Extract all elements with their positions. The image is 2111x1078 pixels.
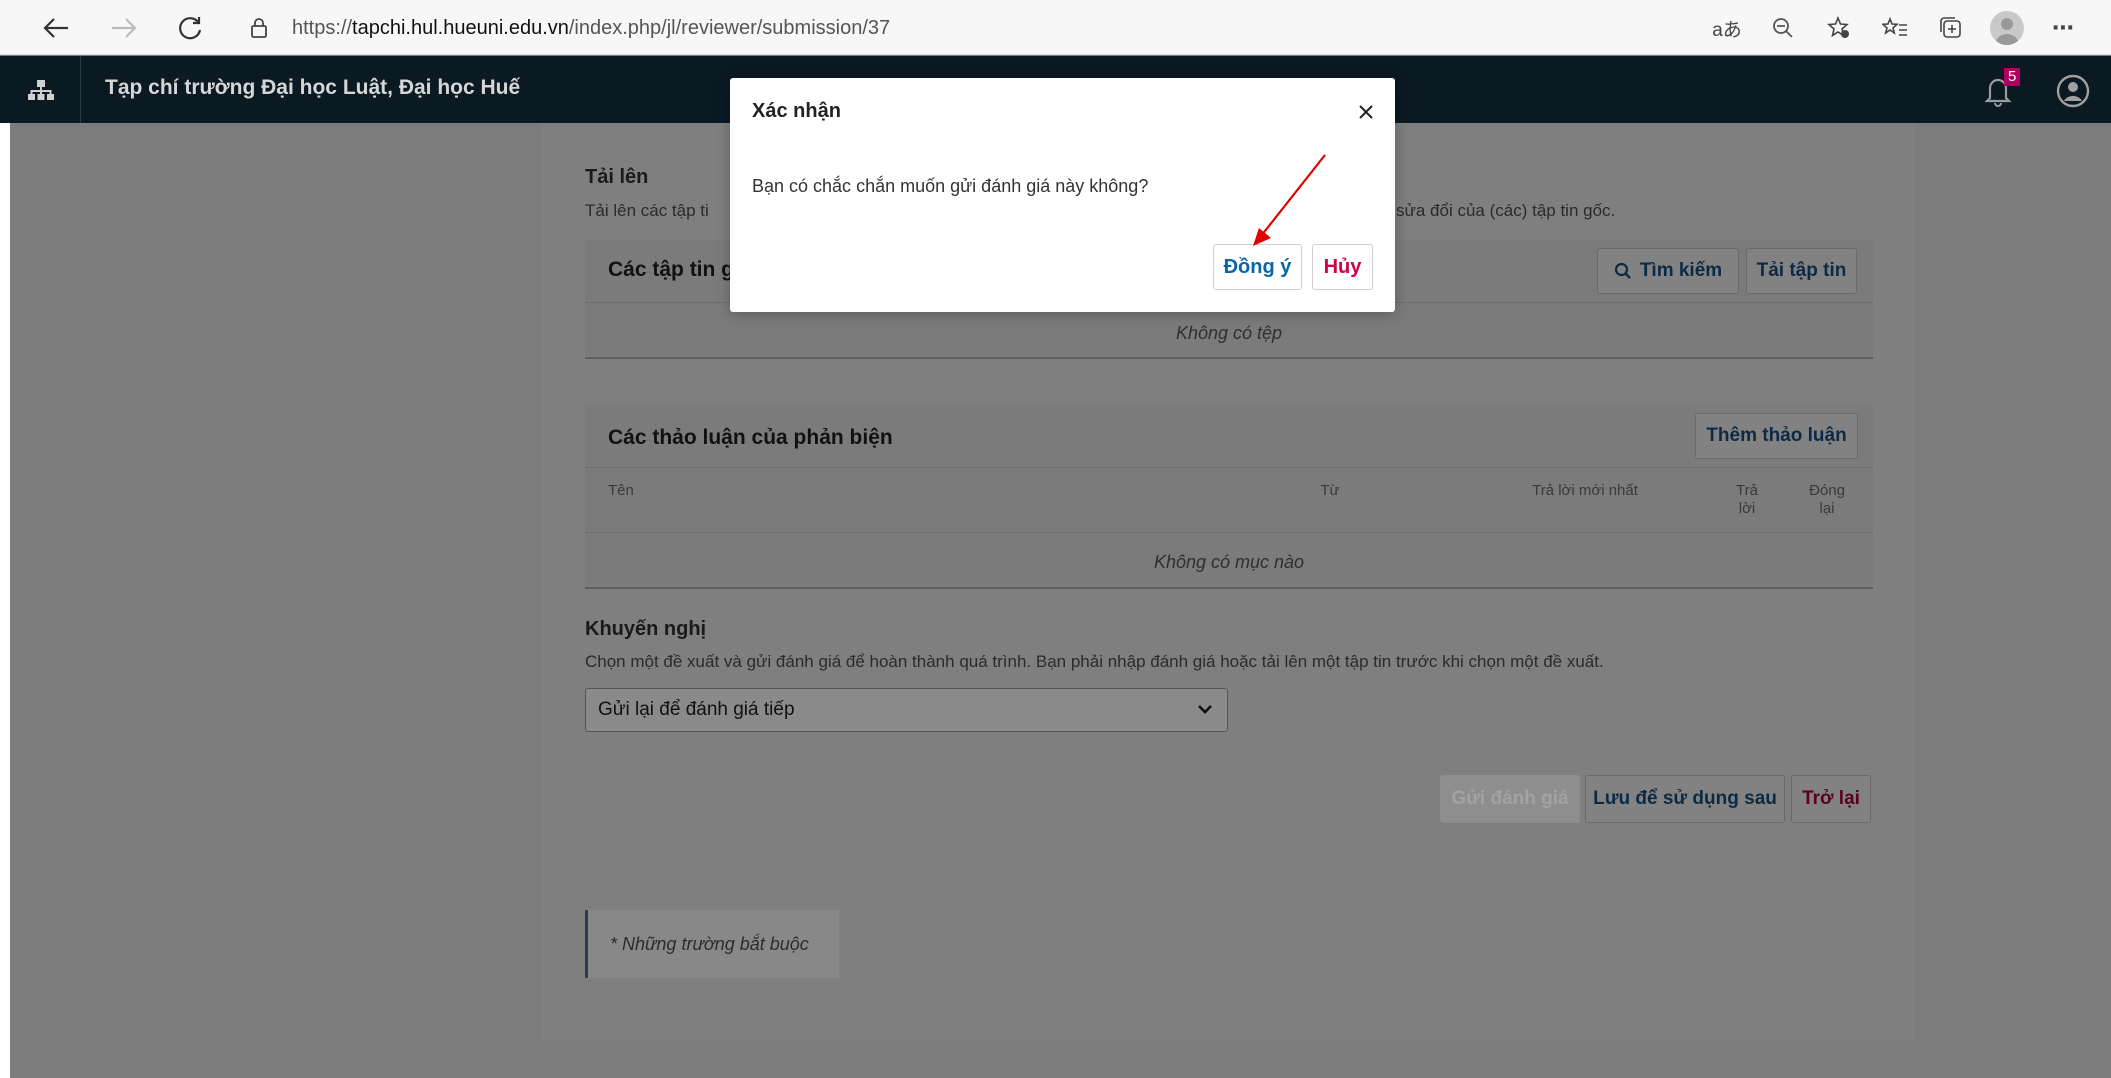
column-closed-line1: Đóng — [1809, 482, 1845, 499]
close-icon[interactable] — [1350, 96, 1382, 128]
notification-count-badge: 5 — [2004, 68, 2021, 86]
lock-icon[interactable] — [248, 16, 270, 40]
recommendation-selected-value: Gửi lại để đánh giá tiếp — [598, 699, 795, 720]
upload-section-desc-start: Tải lên các tập ti — [585, 201, 709, 220]
panel-divider — [585, 467, 1873, 468]
site-title[interactable]: Tạp chí trường Đại học Luật, Đại học Huế — [105, 76, 520, 100]
submit-review-button[interactable]: Gửi đánh giá — [1440, 775, 1580, 823]
no-files-message: Không có tệp — [1175, 323, 1283, 343]
browser-toolbar: https://tapchi.hul.hueuni.edu.vn/index.p… — [0, 0, 2111, 55]
column-closed[interactable]: Đóng lại — [1802, 482, 1852, 518]
back-arrow-icon[interactable] — [36, 8, 76, 48]
read-aloud-glyph: aあ — [1712, 19, 1742, 41]
read-aloud-icon[interactable]: aあ — [1699, 8, 1755, 48]
column-last-reply[interactable]: Trả lời mới nhất — [1510, 482, 1660, 500]
zoom-out-icon[interactable] — [1755, 8, 1811, 48]
profile-avatar-icon[interactable] — [1979, 8, 2035, 48]
column-from[interactable]: Từ — [1310, 482, 1350, 500]
search-files-label: Tìm kiếm — [1639, 260, 1723, 281]
chevron-down-icon — [1197, 699, 1213, 720]
recommendation-desc: Chọn một đề xuất và gửi đánh giá để hoàn… — [585, 652, 1604, 671]
sitemap-icon[interactable] — [26, 76, 56, 104]
header-divider — [80, 56, 81, 123]
discussions-title: Các thảo luận của phản biện — [608, 426, 893, 449]
upload-file-button[interactable]: Tải tập tin — [1746, 248, 1857, 294]
collections-icon[interactable] — [1923, 8, 1979, 48]
browser-toolbar-icons: aあ ⋯ — [1699, 8, 2091, 48]
upload-section-desc-end: sửa đổi của (các) tập tin gốc. — [1396, 201, 1616, 220]
left-page-edge — [0, 123, 10, 1078]
confirm-ok-button[interactable]: Đồng ý — [1213, 244, 1302, 290]
reviewer-files-title: Các tập tin g — [608, 258, 735, 281]
search-icon — [1614, 262, 1631, 279]
required-fields-note: * Những trường bắt buộc — [585, 910, 839, 978]
column-replies[interactable]: Trả lời — [1730, 482, 1764, 518]
save-for-later-button[interactable]: Lưu để sử dụng sau — [1585, 775, 1785, 823]
annotation-arrow-icon — [1253, 154, 1326, 246]
add-favorite-icon[interactable] — [1811, 8, 1867, 48]
confirm-cancel-button[interactable]: Hủy — [1312, 244, 1373, 290]
more-menu-icon[interactable]: ⋯ — [2035, 8, 2091, 48]
column-replies-line2: lời — [1738, 500, 1756, 517]
url-path: /index.php/jl/reviewer/submission/37 — [568, 16, 891, 39]
add-discussion-button[interactable]: Thêm thảo luận — [1695, 413, 1858, 459]
dialog-message: Bạn có chắc chắn muốn gửi đánh giá này k… — [752, 176, 1149, 196]
back-button[interactable]: Trở lại — [1791, 775, 1871, 823]
panel-divider — [585, 532, 1873, 533]
upload-section-title: Tải lên — [585, 166, 649, 188]
url-host: tapchi.hul.hueuni.edu.vn — [352, 16, 569, 39]
favorites-icon[interactable] — [1867, 8, 1923, 48]
no-discussions-message: Không có mục nào — [1153, 552, 1305, 572]
recommendation-title: Khuyến nghị — [585, 618, 707, 640]
forward-arrow-icon[interactable] — [104, 8, 144, 48]
column-closed-line2: lại — [1819, 500, 1835, 517]
column-name[interactable]: Tên — [608, 482, 634, 500]
recommendation-select[interactable]: Gửi lại để đánh giá tiếp — [585, 688, 1228, 732]
column-replies-line1: Trả — [1736, 482, 1758, 499]
refresh-icon[interactable] — [170, 8, 210, 48]
search-files-button[interactable]: Tìm kiếm — [1597, 248, 1739, 294]
dialog-title: Xác nhận — [752, 100, 841, 122]
user-account-icon[interactable] — [2056, 74, 2090, 108]
url-prefix: https:// — [292, 16, 353, 39]
address-bar[interactable]: https://tapchi.hul.hueuni.edu.vn/index.p… — [248, 10, 890, 46]
